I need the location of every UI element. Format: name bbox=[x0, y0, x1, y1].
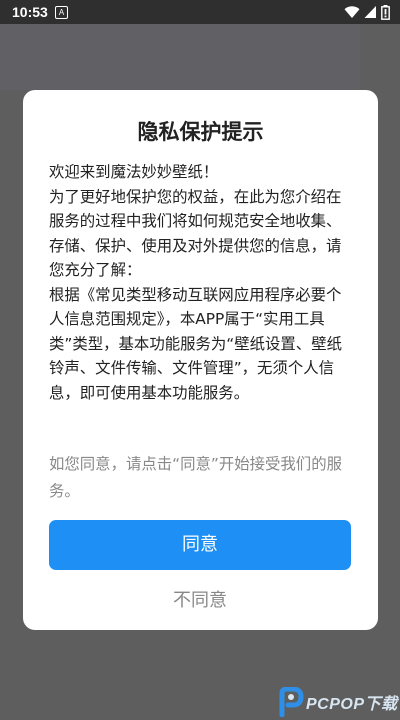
body-paragraph-regulation: 根据《常见类型移动互联网应用程序必要个人信息范围规定》，本APP属于“实用工具类… bbox=[49, 285, 342, 402]
agree-button[interactable]: 同意 bbox=[49, 520, 351, 570]
status-icons bbox=[344, 4, 390, 20]
wifi-icon bbox=[344, 6, 360, 18]
watermark-text: PCPOP下载 bbox=[306, 696, 398, 713]
dialog-title: 隐私保护提示 bbox=[137, 120, 264, 144]
screen: 10:53 A 隐私保护提示 欢迎来到魔法妙妙壁纸！ 为了更好地保护您的权益，在… bbox=[0, 0, 400, 720]
body-paragraph-intro: 为了更好地保护您的权益，在此为您介绍在服务的过程中我们将如何规范安全地收集、存储… bbox=[49, 187, 342, 280]
dialog-body-scroll[interactable]: 欢迎来到魔法妙妙壁纸！ 为了更好地保护您的权益，在此为您介绍在服务的过程中我们将… bbox=[49, 160, 354, 436]
signal-icon bbox=[364, 6, 376, 18]
body-paragraph-welcome: 欢迎来到魔法妙妙壁纸！ bbox=[49, 163, 219, 181]
battery-icon bbox=[381, 4, 390, 20]
privacy-dialog: 隐私保护提示 欢迎来到魔法妙妙壁纸！ 为了更好地保护您的权益，在此为您介绍在服务… bbox=[23, 90, 378, 630]
watermark: PCPOP下载 bbox=[278, 686, 398, 718]
disagree-button[interactable]: 不同意 bbox=[49, 586, 351, 616]
pcpop-logo-icon bbox=[279, 687, 304, 717]
consent-hint: 如您同意，请点击“同意”开始接受我们的服务。 bbox=[49, 455, 342, 500]
background-panel bbox=[0, 24, 360, 90]
status-bar: 10:53 A bbox=[0, 0, 400, 24]
notification-icon: A bbox=[55, 6, 68, 19]
status-time: 10:53 bbox=[12, 4, 48, 20]
